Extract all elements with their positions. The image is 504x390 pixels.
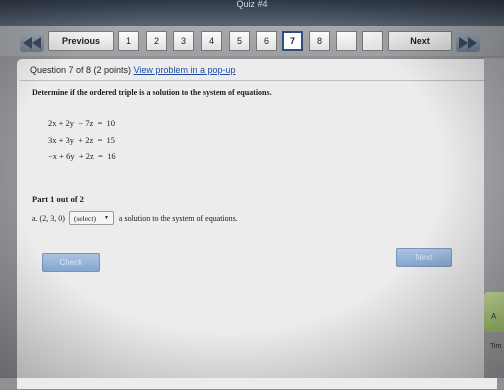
question-1-button[interactable]: 1 — [118, 31, 139, 51]
side-tab[interactable]: A — [484, 292, 504, 332]
question-3-button[interactable]: 3 — [173, 31, 194, 51]
double-left-arrow-icon — [23, 37, 41, 49]
equation-2: 3x + 3y + 2z = 15 — [48, 135, 116, 145]
question-instruction: Determine if the ordered triple is a sol… — [32, 88, 272, 97]
select-value: (select) — [73, 213, 96, 223]
answer-suffix-text: a solution to the system of equations. — [118, 213, 238, 223]
timer-label: Tim — [490, 343, 502, 350]
answer-line: a. (2, 3, 0) (select) ▼ a solution to th… — [32, 211, 238, 225]
question-header: Question 7 of 8 (2 points) View problem … — [30, 65, 235, 75]
dropdown-caret-icon: ▼ — [103, 215, 109, 221]
part-label: Part 1 out of 2 — [32, 194, 84, 204]
question-number-label: Question 7 of 8 (2 points) — [30, 65, 132, 75]
question-4-button[interactable]: 4 — [201, 31, 222, 51]
ordered-triple-text: a. (2, 3, 0) — [32, 213, 65, 223]
popup-link[interactable]: View problem in a pop-up — [134, 65, 236, 75]
empty-question-slot — [336, 31, 357, 51]
empty-question-slot — [362, 31, 383, 51]
double-right-arrow-icon — [459, 37, 477, 49]
question-6-button[interactable]: 6 — [256, 31, 277, 51]
quiz-title: Quiz #4 — [236, 0, 268, 9]
question-2-button[interactable]: 2 — [146, 31, 167, 51]
answer-select[interactable]: (select) ▼ — [68, 211, 114, 225]
next-question-button[interactable]: Next — [388, 31, 452, 51]
question-8-button[interactable]: 8 — [309, 31, 330, 51]
check-button[interactable]: Check — [42, 253, 100, 272]
quiz-top-bar: Quiz #4 — [0, 0, 504, 26]
next-part-button[interactable]: Next — [396, 248, 452, 267]
last-question-arrow[interactable] — [456, 34, 480, 52]
question-7-button-current[interactable]: 7 — [282, 31, 303, 51]
question-5-button[interactable]: 5 — [229, 31, 250, 51]
first-question-arrow[interactable] — [20, 34, 44, 52]
previous-button[interactable]: Previous — [48, 31, 114, 51]
divider — [20, 80, 490, 81]
equation-1: 2x + 2y − 7z = 10 — [48, 118, 116, 128]
equation-3: −x + 6y + 2z = 16 — [48, 151, 116, 161]
